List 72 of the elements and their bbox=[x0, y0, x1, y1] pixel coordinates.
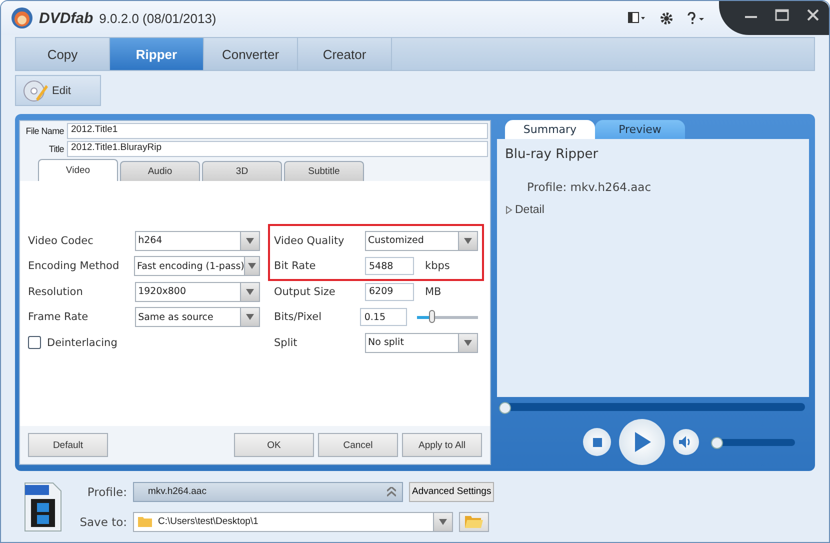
dropdown[interactable]: No split bbox=[365, 332, 478, 353]
dialog-button[interactable]: OK bbox=[234, 433, 314, 457]
save-label: Save to: bbox=[78, 514, 127, 528]
field-label: File Name bbox=[24, 126, 64, 136]
unit-label: kbps bbox=[425, 260, 450, 272]
input-field[interactable]: 0.15 bbox=[360, 308, 408, 326]
checkbox[interactable] bbox=[28, 336, 41, 350]
stop-icon bbox=[592, 438, 602, 446]
play-button[interactable] bbox=[619, 419, 665, 465]
default-button[interactable]: Default bbox=[28, 433, 108, 457]
settings-tab[interactable]: Video bbox=[38, 159, 118, 181]
field-label: Title bbox=[48, 144, 64, 154]
panel-tab[interactable]: Preview bbox=[595, 120, 685, 140]
expand-triangle-icon bbox=[505, 206, 513, 214]
mode-tab[interactable]: Creator bbox=[298, 38, 392, 70]
dialog-button[interactable]: Cancel bbox=[318, 433, 398, 457]
profile-label: Profile: bbox=[86, 484, 127, 498]
unit-label: MB bbox=[425, 286, 442, 298]
dropdown[interactable]: Same as source bbox=[135, 307, 260, 328]
dropdown[interactable]: Fast encoding (1-pass) bbox=[134, 256, 260, 276]
disc-edit-icon bbox=[22, 78, 48, 102]
volume-slider[interactable] bbox=[711, 438, 795, 446]
maximize-icon[interactable] bbox=[775, 9, 789, 21]
field-label: Video Quality bbox=[274, 234, 346, 247]
dropdown[interactable]: h264 bbox=[135, 230, 260, 251]
field-label: Frame Rate bbox=[28, 311, 90, 324]
dropdown[interactable]: 1920x800 bbox=[135, 282, 260, 302]
input-field[interactable]: 6209 bbox=[365, 282, 414, 301]
field-label: Video Codec bbox=[28, 234, 94, 247]
advanced-settings-button[interactable]: Advanced Settings bbox=[409, 482, 494, 502]
checkbox-label: Deinterlacing bbox=[47, 336, 118, 349]
settings-icon[interactable] bbox=[660, 12, 673, 24]
seek-thumb[interactable] bbox=[499, 402, 511, 414]
field-label: Resolution bbox=[28, 286, 84, 298]
profile-selector[interactable]: mkv.h264.aac bbox=[133, 482, 403, 502]
settings-tab[interactable]: Subtitle bbox=[284, 161, 364, 181]
seek-bar[interactable] bbox=[499, 403, 805, 411]
dialog-button[interactable]: Apply to All bbox=[402, 433, 482, 457]
field-label: Bit Rate bbox=[274, 260, 317, 272]
detail-toggle[interactable]: Detail bbox=[505, 204, 544, 216]
edit-button[interactable]: Edit bbox=[15, 75, 101, 106]
help-menu-icon[interactable] bbox=[687, 12, 705, 24]
save-path-dropdown[interactable]: C:\Users\test\Desktop\1 bbox=[133, 512, 453, 532]
double-chevron-icon bbox=[387, 486, 396, 496]
folder-icon bbox=[465, 515, 483, 528]
dropdown[interactable]: Customized bbox=[365, 230, 478, 251]
layout-menu-icon[interactable] bbox=[628, 12, 646, 24]
stop-button[interactable] bbox=[583, 428, 611, 456]
volume-thumb[interactable] bbox=[711, 436, 723, 448]
field-label: Encoding Method bbox=[28, 260, 120, 272]
mode-tab[interactable]: Ripper bbox=[110, 38, 204, 70]
folder-icon bbox=[138, 516, 152, 527]
volume-button[interactable] bbox=[673, 429, 699, 455]
play-icon bbox=[633, 432, 651, 452]
mkv-file-icon bbox=[23, 480, 63, 532]
mode-tab[interactable]: Copy bbox=[16, 38, 110, 70]
panel-tab[interactable]: Summary bbox=[505, 120, 595, 140]
app-name: DVDfab bbox=[39, 10, 94, 26]
settings-tab[interactable]: Audio bbox=[120, 161, 200, 181]
input-field[interactable]: 5488 bbox=[365, 257, 414, 276]
summary-heading: Blu-ray Ripper bbox=[505, 147, 600, 162]
input-field[interactable]: 2012.Title1.BlurayRip bbox=[67, 141, 488, 157]
mode-tab[interactable]: Converter bbox=[204, 38, 298, 70]
version-label: 9.0.2.0 (08/01/2013) bbox=[99, 10, 216, 26]
settings-tab[interactable]: 3D bbox=[202, 161, 282, 181]
input-field[interactable]: 2012.Title1 bbox=[67, 123, 488, 139]
field-label: Split bbox=[274, 336, 298, 349]
close-icon[interactable] bbox=[807, 9, 819, 21]
field-label: Output Size bbox=[274, 286, 336, 298]
field-label: Bits/Pixel bbox=[274, 311, 323, 324]
profile-text: Profile: mkv.h264.aac bbox=[527, 180, 652, 194]
slider-thumb[interactable] bbox=[429, 310, 436, 323]
